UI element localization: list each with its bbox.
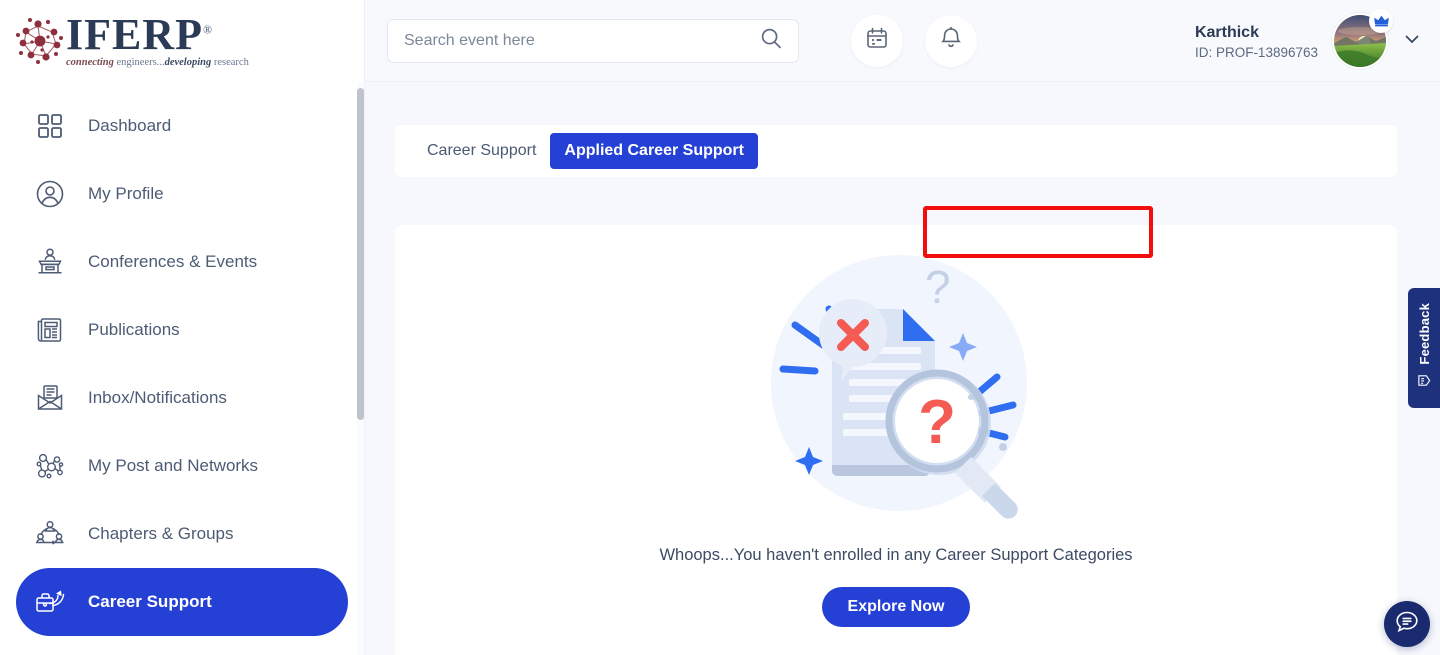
user-info: Karthick ID: PROF-13896763 [1195,23,1318,60]
molecule-network-icon [12,12,70,70]
search-icon[interactable] [760,27,782,54]
registered-mark: ® [203,22,213,37]
search-field[interactable] [404,31,760,50]
people-group-icon [30,519,70,549]
user-id: ID: PROF-13896763 [1194,44,1318,60]
svg-text:?: ? [925,261,951,313]
feedback-tab[interactable]: Feedback [1408,288,1440,408]
svg-text:?: ? [918,388,956,457]
applied-career-support-panel: ? ? Whoops...You haven't enrolled in any… [395,225,1397,655]
sidebar-item-label: Publications [88,320,180,339]
briefcase-career-icon [30,586,70,618]
sidebar-item-label: Career Support [88,592,212,611]
sidebar-scrollbar-thumb[interactable] [357,88,364,420]
sidebar-item-my-post-and-networks[interactable]: My Post and Networks [16,432,348,500]
feedback-form-icon [1417,373,1432,393]
sidebar-item-label: My Profile [88,184,164,203]
sidebar-item-label: Inbox/Notifications [88,388,227,407]
brand-logo[interactable]: IFERP® connecting engineers...developing… [0,0,364,82]
sidebar-item-inbox-notifications[interactable]: Inbox/Notifications [16,364,348,432]
calendar-button[interactable] [851,14,903,67]
user-name: Karthick [1194,23,1259,41]
sidebar-item-career-support[interactable]: Career Support [16,568,348,636]
chat-button[interactable] [1384,601,1430,647]
grid-squares-icon [30,112,70,140]
sidebar-item-label: Chapters & Groups [88,524,234,543]
main-area: Karthick ID: PROF-13896763 [365,0,1440,655]
sidebar-item-my-profile[interactable]: My Profile [16,160,348,228]
tab-label: Career Support [427,142,537,159]
calendar-icon [865,26,889,55]
empty-state-message: Whoops...You haven't enrolled in any Car… [659,546,1133,564]
tab-career-support[interactable]: Career Support [413,133,550,169]
network-nodes-icon [30,451,70,481]
bell-notification-icon [939,26,963,55]
explore-now-button[interactable]: Explore Now [821,587,971,627]
search-input[interactable] [387,18,799,63]
tab-bar: Career Support Applied Career Support [395,125,1397,177]
sidebar-item-label: Dashboard [88,116,172,135]
sidebar-item-publications[interactable]: Publications [16,296,348,364]
top-bar: Karthick ID: PROF-13896763 [365,0,1440,82]
crown-icon [1369,9,1393,33]
sidebar: IFERP® connecting engineers...developing… [0,0,365,655]
user-menu[interactable]: Karthick ID: PROF-13896763 [1195,0,1422,82]
user-circle-icon [30,179,70,209]
newspaper-icon [30,315,70,345]
app-root: IFERP® connecting engineers...developing… [0,0,1440,655]
feedback-label: Feedback [1416,303,1432,365]
document-error-magnifier-illustration: ? ? [757,247,1035,542]
sidebar-item-label: My Post and Networks [88,456,259,475]
avatar[interactable] [1332,9,1393,69]
sidebar-item-conferences-events[interactable]: Conferences & Events [16,228,348,296]
tab-applied-career-support[interactable]: Applied Career Support [550,133,758,169]
tab-label: Applied Career Support [564,142,744,159]
sidebar-item-label: Conferences & Events [88,252,258,271]
sidebar-item-dashboard[interactable]: Dashboard [16,92,348,160]
content-area: Career Support Applied Career Support ? … [365,82,1440,655]
brand-name: IFERP® [66,10,213,60]
notifications-button[interactable] [925,14,977,67]
podium-speaker-icon [30,247,70,277]
chevron-down-icon[interactable] [1402,29,1422,54]
sidebar-item-chapters-groups[interactable]: Chapters & Groups [16,500,348,568]
envelope-open-icon [30,383,70,413]
chat-bubble-icon [1394,609,1420,640]
sidebar-nav: Dashboard My Profile Conferences & Event… [0,82,364,636]
